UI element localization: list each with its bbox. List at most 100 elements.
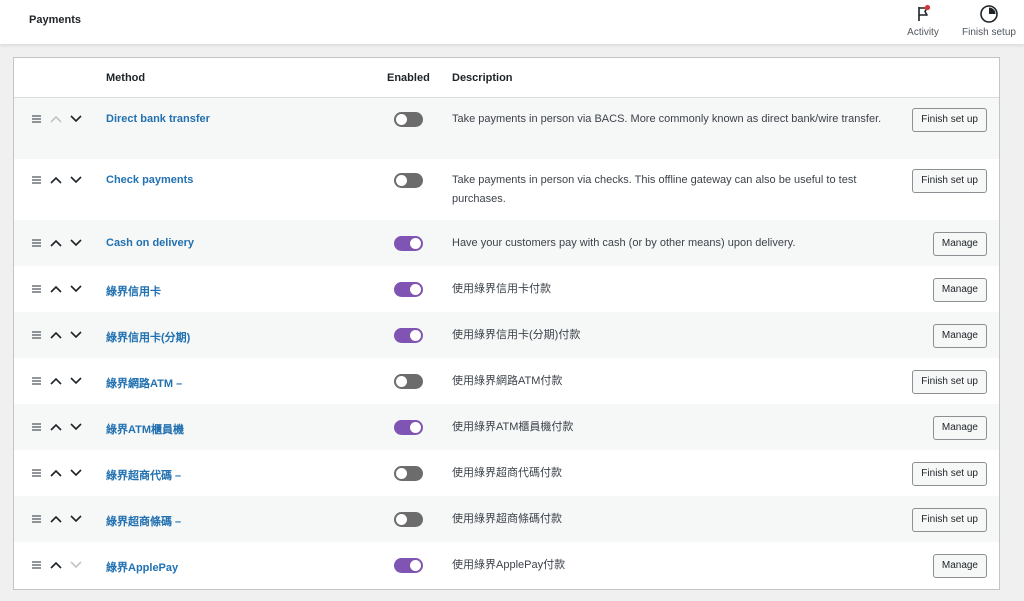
sort-controls (31, 422, 82, 432)
sort-controls (31, 468, 82, 478)
method-description: 使用綠界信用卡付款 (452, 283, 551, 295)
table-row: Direct bank transfer Take payments in per… (14, 98, 999, 159)
move-down-icon[interactable] (70, 515, 82, 523)
manage-button[interactable]: Manage (932, 232, 987, 256)
enabled-toggle[interactable] (394, 558, 423, 573)
page-title: Payments (29, 14, 81, 26)
drag-handle-icon[interactable] (31, 175, 42, 185)
method-description: Take payments in person via BACS. More c… (452, 113, 882, 125)
drag-handle-icon[interactable] (31, 330, 42, 340)
sort-controls (31, 114, 82, 124)
table-row: 綠界信用卡 使用綠界信用卡付款 Manage (14, 266, 999, 312)
move-down-icon[interactable] (70, 469, 82, 477)
enabled-toggle[interactable] (394, 173, 423, 188)
finish-set-up-button[interactable]: Finish set up (912, 508, 987, 532)
method-link[interactable]: 綠界ApplePay (106, 559, 178, 575)
move-up-icon[interactable] (50, 377, 62, 385)
progress-circle-icon (979, 4, 999, 27)
table-row: 綠界信用卡(分期) 使用綠界信用卡(分期)付款 Manage (14, 312, 999, 358)
move-up-icon[interactable] (50, 423, 62, 431)
finish-set-up-button[interactable]: Finish set up (912, 169, 987, 193)
sort-controls (31, 175, 82, 185)
move-up-icon[interactable] (50, 176, 62, 184)
sort-controls (31, 284, 82, 294)
enabled-toggle[interactable] (394, 328, 423, 343)
move-down-icon[interactable] (70, 285, 82, 293)
manage-button[interactable]: Manage (932, 278, 987, 302)
drag-handle-icon[interactable] (31, 422, 42, 432)
move-up-icon[interactable] (50, 331, 62, 339)
finish-set-up-button[interactable]: Finish set up (912, 108, 987, 132)
sort-controls (31, 514, 82, 524)
method-description: 使用綠界超商條碼付款 (452, 513, 562, 525)
manage-button[interactable]: Manage (932, 416, 987, 440)
enabled-toggle[interactable] (394, 420, 423, 435)
move-down-icon[interactable] (70, 239, 82, 247)
move-down-icon[interactable] (70, 115, 82, 123)
move-up-icon[interactable] (50, 239, 62, 247)
column-header-enabled: Enabled (387, 72, 430, 84)
drag-handle-icon[interactable] (31, 284, 42, 294)
move-down-icon[interactable] (70, 423, 82, 431)
toggle-knob (410, 330, 421, 341)
drag-handle-icon[interactable] (31, 238, 42, 248)
move-down-icon[interactable] (70, 176, 82, 184)
method-description: 使用綠界ApplePay付款 (452, 559, 566, 571)
drag-handle-icon[interactable] (31, 376, 42, 386)
method-link[interactable]: 綠界網路ATM – (106, 375, 182, 391)
finish-setup-button[interactable]: Finish setup (956, 4, 1022, 38)
drag-handle-icon[interactable] (31, 468, 42, 478)
enabled-toggle[interactable] (394, 282, 423, 297)
method-link[interactable]: Cash on delivery (106, 237, 194, 249)
move-up-icon[interactable] (50, 469, 62, 477)
sort-controls (31, 376, 82, 386)
method-link[interactable]: 綠界信用卡(分期) (106, 329, 190, 345)
move-up-icon[interactable] (50, 285, 62, 293)
method-link[interactable]: 綠界超商代碼 – (106, 467, 181, 483)
column-header-method: Method (106, 72, 146, 84)
method-description: 使用綠界ATM櫃員機付款 (452, 421, 574, 433)
method-link[interactable]: 綠界超商條碼 – (106, 513, 181, 529)
enabled-toggle[interactable] (394, 512, 423, 527)
method-link[interactable]: 綠界信用卡 (106, 283, 161, 299)
move-up-icon[interactable] (50, 515, 62, 523)
sort-controls (31, 330, 82, 340)
drag-handle-icon[interactable] (31, 514, 42, 524)
toggle-knob (410, 284, 421, 295)
finish-setup-label: Finish setup (962, 27, 1016, 38)
table-row: Check payments Take payments in person vi… (14, 159, 999, 220)
table-header: Method Enabled Description (14, 58, 999, 98)
finish-set-up-button[interactable]: Finish set up (912, 462, 987, 486)
method-description: Have your customers pay with cash (or by… (452, 237, 796, 249)
method-description: 使用綠界網路ATM付款 (452, 375, 563, 387)
table-row: Cash on delivery Have your customers pay … (14, 220, 999, 266)
toggle-knob (396, 468, 407, 479)
sort-controls (31, 238, 82, 248)
move-up-icon[interactable] (50, 561, 62, 569)
enabled-toggle[interactable] (394, 236, 423, 251)
manage-button[interactable]: Manage (932, 554, 987, 578)
method-link[interactable]: 綠界ATM櫃員機 (106, 421, 184, 437)
manage-button[interactable]: Manage (932, 324, 987, 348)
enabled-toggle[interactable] (394, 112, 423, 127)
method-link[interactable]: Check payments (106, 174, 193, 186)
table-row: 綠界網路ATM – 使用綠界網路ATM付款 Finish set up (14, 358, 999, 404)
finish-set-up-button[interactable]: Finish set up (912, 370, 987, 394)
enabled-toggle[interactable] (394, 374, 423, 389)
top-header-bar: Payments Activity Finish setup (0, 0, 1024, 44)
move-down-icon[interactable] (70, 331, 82, 339)
method-description: Take payments in person via checks. This… (452, 174, 857, 205)
drag-handle-icon[interactable] (31, 560, 42, 570)
enabled-toggle[interactable] (394, 466, 423, 481)
toggle-knob (396, 514, 407, 525)
move-down-icon[interactable] (70, 377, 82, 385)
method-description: 使用綠界超商代碼付款 (452, 467, 562, 479)
sort-controls (31, 560, 82, 570)
activity-button[interactable]: Activity (898, 4, 948, 38)
move-down-icon (70, 561, 82, 569)
toggle-knob (410, 422, 421, 433)
method-link[interactable]: Direct bank transfer (106, 113, 210, 125)
table-row: 綠界ApplePay 使用綠界ApplePay付款 Manage (14, 542, 999, 589)
table-row: 綠界超商代碼 – 使用綠界超商代碼付款 Finish set up (14, 450, 999, 496)
drag-handle-icon[interactable] (31, 114, 42, 124)
